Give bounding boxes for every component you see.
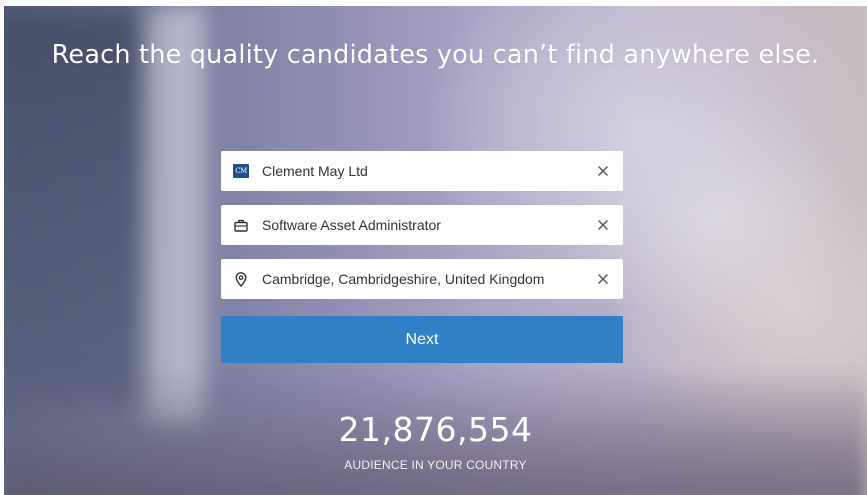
company-logo-icon: CM [233,163,249,179]
close-icon[interactable] [595,163,611,179]
job-title-field[interactable] [221,205,623,245]
company-logo: CM [233,164,249,178]
location-input[interactable] [262,271,587,287]
audience-count: 21,876,554 [338,410,533,449]
audience-label: AUDIENCE IN YOUR COUNTRY [344,458,527,472]
job-title-input[interactable] [262,217,587,233]
briefcase-icon [233,217,249,233]
hero-background: Reach the quality candidates you can’t f… [4,6,867,495]
next-button[interactable]: Next [221,316,623,363]
map-pin-icon [233,271,249,287]
close-icon[interactable] [595,271,611,287]
location-field[interactable] [221,259,623,299]
company-input[interactable] [262,163,587,179]
close-icon[interactable] [595,217,611,233]
hero-headline: Reach the quality candidates you can’t f… [51,40,820,70]
company-field[interactable]: CM [221,151,623,191]
